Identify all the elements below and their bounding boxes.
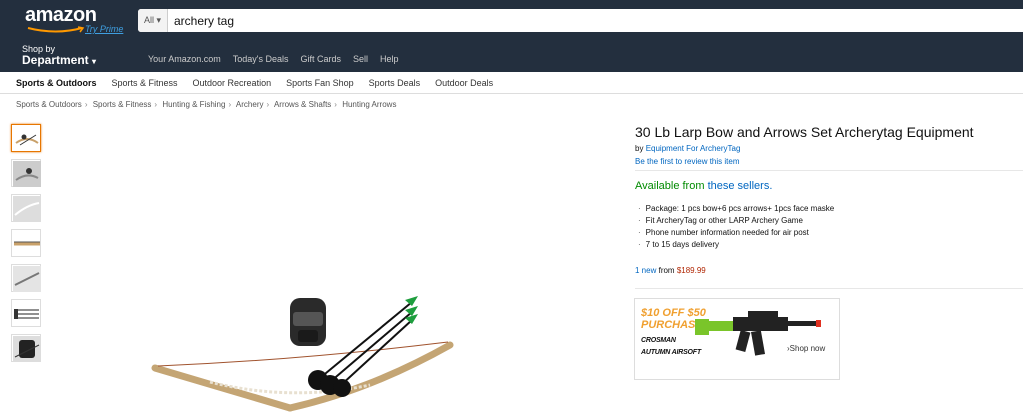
ad-line4: AUTUMN AIRSOFT <box>641 349 701 356</box>
feature-bullet: Phone number information needed for air … <box>638 227 834 239</box>
nav-link-your-amazon[interactable]: Your Amazon.com <box>148 54 221 64</box>
thumbnail-arrows[interactable] <box>11 299 41 327</box>
search-input[interactable] <box>174 9 1014 32</box>
feature-bullets: Package: 1 pcs bow+6 pcs arrows+ 1pcs fa… <box>638 203 835 251</box>
availability: Available from these sellers. <box>635 180 772 192</box>
by-prefix: by <box>635 144 644 153</box>
amazon-logo[interactable]: amazon Try Prime <box>22 4 132 34</box>
first-review-link[interactable]: Be the first to review this item <box>635 157 739 166</box>
ad-line3: CROSMAN <box>641 337 676 344</box>
breadcrumb-item[interactable]: Arrows & Shafts <box>274 100 331 109</box>
main-product-image[interactable] <box>150 290 470 413</box>
divider <box>635 288 1023 289</box>
thumbnail-bow-curved[interactable] <box>11 264 41 292</box>
offers-line: 1 new from $189.99 <box>635 266 706 275</box>
nav-link-gift-cards[interactable]: Gift Cards <box>300 54 341 64</box>
nav-link-sell[interactable]: Sell <box>353 54 368 64</box>
thumbnail-bow-set[interactable] <box>11 124 41 152</box>
subnav-sports-deals[interactable]: Sports Deals <box>369 78 421 88</box>
nav-link-todays-deals[interactable]: Today's Deals <box>233 54 289 64</box>
offers-from: from <box>658 266 675 275</box>
shop-by-department[interactable]: Shop by Department ▾ <box>22 45 96 68</box>
breadcrumb-item[interactable]: Sports & Fitness <box>93 100 152 109</box>
nav-links: Your Amazon.com Today's Deals Gift Cards… <box>148 54 399 64</box>
new-offers-link[interactable]: 1 new <box>635 266 656 275</box>
category-subnav: Sports & Outdoors Sports & Fitness Outdo… <box>0 72 1023 94</box>
thumbnail-bow-plain[interactable] <box>11 194 41 222</box>
feature-bullet: Package: 1 pcs bow+6 pcs arrows+ 1pcs fa… <box>638 203 835 215</box>
shop-by-big: Department <box>22 53 89 67</box>
subnav-outdoor-recreation[interactable]: Outdoor Recreation <box>193 78 272 88</box>
feature-bullet: 7 to 15 days delivery <box>638 239 834 251</box>
breadcrumb: Sports & Outdoors › Sports & Fitness › Hun… <box>16 100 396 109</box>
feature-bullet: Fit ArcheryTag or other LARP Archery Gam… <box>638 215 834 227</box>
breadcrumb-separator: › <box>266 100 270 109</box>
thumbnail-strip <box>11 124 41 369</box>
search-category-label: All <box>144 15 155 25</box>
divider <box>635 170 1023 171</box>
breadcrumb-item[interactable]: Sports & Outdoors <box>16 100 82 109</box>
chevron-down-icon: ▾ <box>156 15 162 25</box>
subnav-sports-fan-shop[interactable]: Sports Fan Shop <box>286 78 354 88</box>
by-line: by Equipment For ArcheryTag <box>635 144 740 153</box>
availability-prefix: Available from <box>635 180 705 192</box>
top-header: amazon Try Prime All ▾ <box>0 0 1023 36</box>
brand-link[interactable]: Equipment For ArcheryTag <box>646 144 741 153</box>
breadcrumb-separator: › <box>228 100 232 109</box>
nav-link-help[interactable]: Help <box>380 54 399 64</box>
search-category-dropdown[interactable]: All ▾ <box>138 9 168 32</box>
smile-icon <box>27 26 85 33</box>
search-bar: All ▾ <box>138 9 1023 32</box>
sellers-link[interactable]: these sellers. <box>708 180 773 192</box>
thumbnail-bow-side[interactable] <box>11 229 41 257</box>
shop-now-link[interactable]: ›Shop now <box>787 344 825 353</box>
nav-bar: Shop by Department ▾ Your Amazon.com Tod… <box>0 36 1023 72</box>
breadcrumb-separator: › <box>334 100 337 109</box>
offer-price: $189.99 <box>676 266 706 275</box>
crosman-ad[interactable]: $10 OFF $50 PURCHASE CROSMAN AUTUMN AIRS… <box>634 298 840 380</box>
breadcrumb-item[interactable]: Hunting Arrows <box>342 100 396 109</box>
subnav-sports-fitness[interactable]: Sports & Fitness <box>112 78 178 88</box>
subnav-sports-outdoors[interactable]: Sports & Outdoors <box>16 78 97 88</box>
breadcrumb-item[interactable]: Hunting & Fishing <box>162 100 225 109</box>
chevron-down-icon: ▾ <box>92 57 97 66</box>
thumbnail-bow-mask[interactable] <box>11 159 41 187</box>
subnav-outdoor-deals[interactable]: Outdoor Deals <box>435 78 493 88</box>
ad-subtext: CROSMAN AUTUMN AIRSOFT <box>641 335 701 359</box>
thumbnail-mask[interactable] <box>11 334 41 362</box>
airsoft-gun-image <box>695 311 821 356</box>
try-prime-link[interactable]: Try Prime <box>85 24 123 34</box>
product-title: 30 Lb Larp Bow and Arrows Set Archerytag… <box>635 124 974 140</box>
breadcrumb-item[interactable]: Archery <box>236 100 264 109</box>
breadcrumb-separator: › <box>84 100 88 109</box>
breadcrumb-separator: › <box>154 100 158 109</box>
